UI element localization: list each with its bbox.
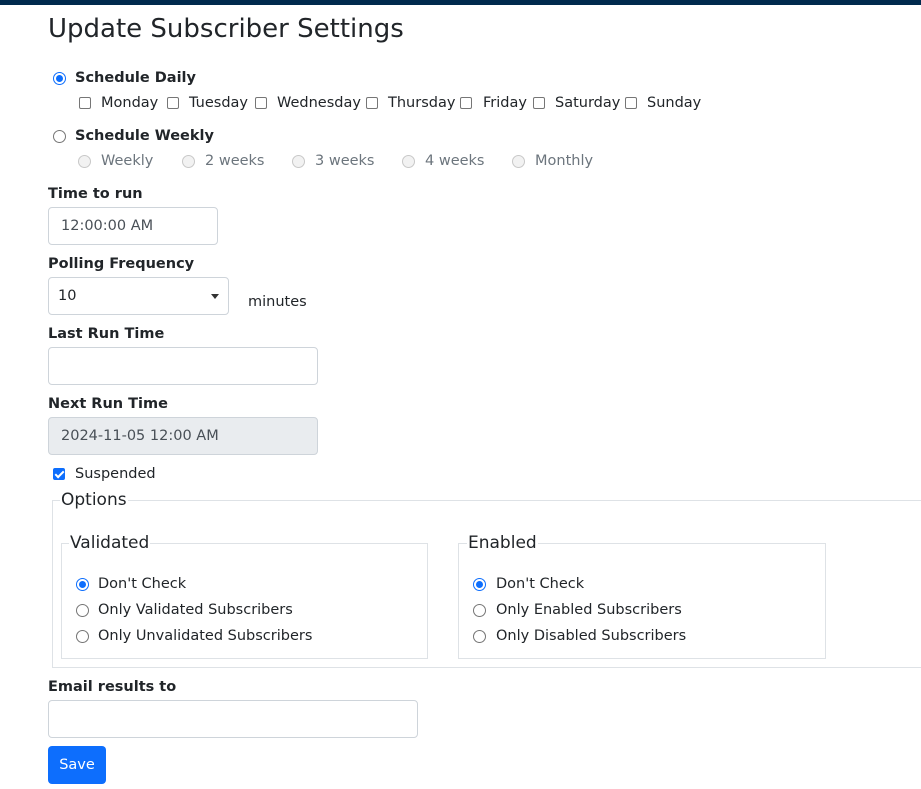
enabled-dont-check-label: Don't Check	[496, 576, 585, 592]
day-thursday-checkbox[interactable]	[366, 97, 378, 109]
last-run-time-label: Last Run Time	[48, 326, 165, 342]
enabled-only-enabled-radio[interactable]	[473, 604, 486, 617]
validated-dont-check-radio[interactable]	[76, 578, 89, 591]
weekly-option-4weeks-radio[interactable]	[402, 155, 415, 168]
weekly-option-4weeks-label: 4 weeks	[425, 153, 485, 169]
next-run-time-input: 2024-11-05 12:00 AM	[48, 417, 318, 455]
last-run-time-input[interactable]	[48, 347, 318, 385]
weekly-option-monthly-radio[interactable]	[512, 155, 525, 168]
polling-unit-label: minutes	[248, 294, 307, 310]
day-wednesday-checkbox[interactable]	[255, 97, 267, 109]
schedule-daily-label: Schedule Daily	[75, 70, 196, 86]
next-run-time-label: Next Run Time	[48, 396, 168, 412]
day-saturday-checkbox[interactable]	[533, 97, 545, 109]
day-tuesday-checkbox[interactable]	[167, 97, 179, 109]
next-run-time-value: 2024-11-05 12:00 AM	[61, 428, 219, 444]
suspended-checkbox[interactable]	[53, 468, 65, 480]
save-button[interactable]: Save	[48, 746, 106, 784]
chevron-down-icon	[211, 294, 219, 299]
day-friday-label: Friday	[483, 95, 527, 111]
top-bar	[0, 0, 921, 5]
day-sunday-label: Sunday	[647, 95, 702, 111]
polling-frequency-label: Polling Frequency	[48, 256, 195, 272]
day-sunday-checkbox[interactable]	[625, 97, 637, 109]
day-tuesday-label: Tuesday	[189, 95, 248, 111]
weekly-option-weekly-label: Weekly	[101, 153, 154, 169]
weekly-option-2weeks-label: 2 weeks	[205, 153, 265, 169]
day-thursday-label: Thursday	[388, 95, 456, 111]
enabled-dont-check-radio[interactable]	[473, 578, 486, 591]
weekly-option-3weeks-label: 3 weeks	[315, 153, 375, 169]
validated-only-validated-radio[interactable]	[76, 604, 89, 617]
day-friday-checkbox[interactable]	[460, 97, 472, 109]
day-monday-label: Monday	[101, 95, 159, 111]
day-wednesday-label: Wednesday	[277, 95, 361, 111]
suspended-label: Suspended	[75, 466, 156, 482]
weekly-option-2weeks-radio[interactable]	[182, 155, 195, 168]
options-legend: Options	[60, 490, 128, 510]
weekly-option-weekly-radio[interactable]	[78, 155, 91, 168]
validated-only-unvalidated-radio[interactable]	[76, 630, 89, 643]
time-to-run-input[interactable]: 12:00:00 AM	[48, 207, 218, 245]
schedule-daily-radio[interactable]	[53, 72, 66, 85]
email-results-input[interactable]	[48, 700, 418, 738]
validated-dont-check-label: Don't Check	[98, 576, 187, 592]
weekly-option-3weeks-radio[interactable]	[292, 155, 305, 168]
day-monday-checkbox[interactable]	[79, 97, 91, 109]
validated-legend: Validated	[69, 533, 151, 553]
day-saturday-label: Saturday	[555, 95, 621, 111]
validated-only-validated-label: Only Validated Subscribers	[98, 602, 293, 618]
email-results-label: Email results to	[48, 679, 177, 695]
polling-frequency-value: 10	[58, 288, 77, 304]
polling-frequency-select[interactable]: 10	[48, 277, 229, 315]
enabled-legend: Enabled	[467, 533, 538, 553]
weekly-option-monthly-label: Monthly	[535, 153, 594, 169]
schedule-weekly-label: Schedule Weekly	[75, 128, 214, 144]
enabled-only-disabled-radio[interactable]	[473, 630, 486, 643]
enabled-only-disabled-label: Only Disabled Subscribers	[496, 628, 687, 644]
schedule-weekly-radio[interactable]	[53, 130, 66, 143]
time-to-run-value: 12:00:00 AM	[61, 218, 154, 234]
enabled-only-enabled-label: Only Enabled Subscribers	[496, 602, 682, 618]
validated-only-unvalidated-label: Only Unvalidated Subscribers	[98, 628, 313, 644]
page-title: Update Subscriber Settings	[48, 14, 404, 44]
time-to-run-label: Time to run	[48, 186, 143, 202]
